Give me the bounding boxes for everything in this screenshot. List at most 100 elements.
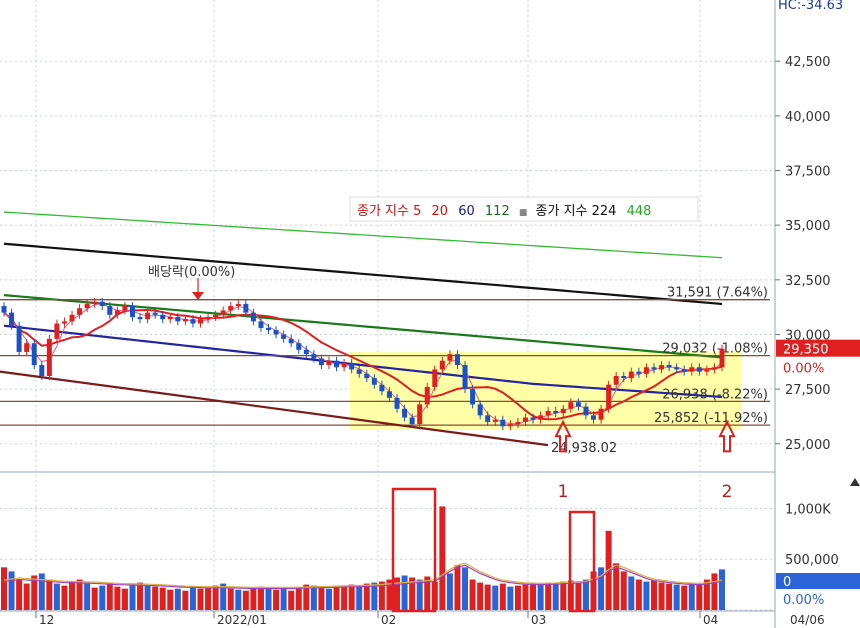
signal-label: 1 [558, 482, 569, 502]
candle-body [522, 417, 528, 422]
volume-bar [1, 567, 7, 610]
volume-bar [575, 582, 582, 610]
volume-bar [174, 588, 181, 610]
candle-body [228, 306, 234, 311]
volume-bar [613, 563, 620, 610]
volume-bar [446, 573, 453, 610]
volume-bar [439, 506, 446, 610]
candle-body [69, 314, 75, 322]
volume-bar [242, 590, 249, 610]
volume-bar [53, 583, 60, 610]
volume-bar [688, 583, 695, 610]
candle-body [326, 360, 332, 366]
volume-bar [250, 588, 257, 610]
volume-bar [212, 585, 219, 610]
candle-body [651, 367, 657, 370]
level-label: 29,032 (-1.08%) [662, 342, 768, 357]
candle-body [568, 402, 574, 409]
date-axis: 12 2022/01 02 03 04 04/06 [35, 611, 825, 627]
legend-item: 종가 지수 5 [357, 204, 421, 219]
x-tick-label: 12 [39, 613, 54, 627]
volume-bar [356, 586, 363, 610]
volume-bar [23, 583, 30, 610]
candle-body [303, 349, 309, 355]
volume-bar [537, 584, 544, 610]
volume-bar [280, 588, 287, 610]
candle-body [621, 376, 627, 379]
volume-bar [91, 587, 98, 610]
candle-body [205, 316, 211, 320]
volume-bar [129, 584, 136, 610]
candle-body [92, 301, 98, 304]
candle-body [394, 397, 400, 409]
candle-body [341, 362, 347, 368]
candle-body [160, 314, 166, 320]
volume-bar [507, 586, 514, 610]
volume-bar [310, 585, 317, 610]
volume-bar [711, 573, 718, 610]
y-tick-label: 27,500 [785, 383, 831, 398]
candle-body [485, 415, 491, 422]
volume-bar [462, 567, 469, 610]
x-tick-label: 03 [531, 613, 546, 627]
volume-bar [99, 585, 106, 610]
volume-bar [477, 582, 484, 610]
candle-body [288, 338, 294, 344]
level-label: 25,852 (-11.92%) [654, 411, 768, 426]
legend-item: 60 [458, 204, 475, 219]
volume-bar [167, 589, 174, 610]
candle-body [364, 373, 370, 379]
volume-bar [643, 581, 650, 610]
legend-item: 448 [627, 204, 652, 219]
volume-bar [522, 584, 529, 610]
y-tick-label: 37,500 [785, 165, 831, 180]
volume-bar [696, 584, 703, 610]
volume-bar [658, 582, 665, 610]
signal-label: 2 [722, 482, 733, 502]
candle-body [515, 421, 521, 425]
volume-bar [235, 589, 242, 610]
candle-body [122, 306, 128, 311]
candle-body [281, 334, 287, 339]
candle-body [167, 316, 173, 320]
scroll-arrow-icon [850, 478, 860, 486]
candle-body [545, 410, 551, 416]
candle-body [598, 408, 604, 420]
volume-bar [69, 581, 76, 610]
candle-body [462, 365, 468, 390]
candle-body [711, 367, 717, 370]
legend-item: 20 [432, 204, 449, 219]
candle-body [583, 406, 589, 416]
ma-line-112 [3, 294, 723, 359]
candle-body [198, 319, 204, 324]
candle-body [500, 419, 506, 427]
candle-body [681, 369, 687, 372]
volume-bar [205, 587, 212, 610]
candle-body [318, 358, 324, 366]
volume-bar [628, 576, 635, 610]
candle-body [243, 303, 249, 313]
candle-body [220, 310, 226, 315]
volume-bar [484, 584, 491, 610]
current-volume-pct: 0.00% [783, 593, 824, 608]
ma-legend: 종가 지수 5 20 60 112 ■ 종가 지수 224 448 [349, 196, 699, 222]
volume-bar [46, 579, 53, 610]
candle-body [454, 354, 460, 366]
candle-body [606, 384, 612, 409]
candle-body [553, 410, 559, 414]
candle-body [190, 319, 196, 324]
candle-body [636, 371, 642, 374]
volume-axis: 1,000K 500,000 0 0.00% [776, 478, 860, 608]
volume-bar [666, 583, 673, 610]
volume-bar [197, 588, 204, 610]
volume-bar [114, 586, 121, 610]
candle-body [152, 312, 158, 315]
candle-body [417, 404, 423, 425]
candle-body [704, 369, 710, 372]
candle-body [258, 321, 264, 328]
candle-body [334, 360, 340, 368]
candle-body [39, 365, 45, 376]
candle-body [296, 343, 302, 350]
volume-bar [514, 585, 521, 610]
volume-bar [416, 579, 423, 610]
